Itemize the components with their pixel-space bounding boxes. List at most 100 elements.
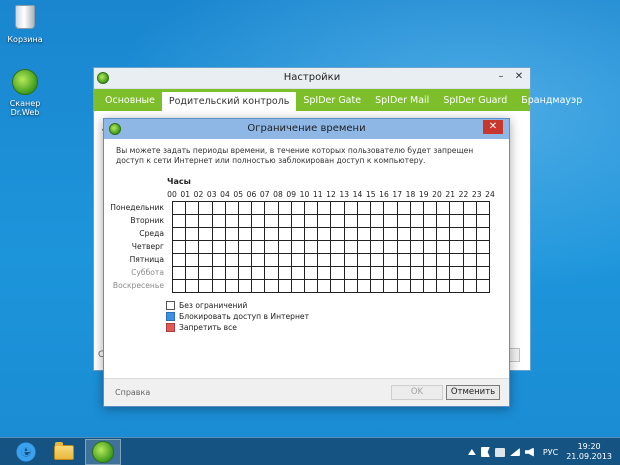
schedule-cell[interactable] xyxy=(305,215,319,228)
schedule-cell[interactable] xyxy=(225,267,240,280)
schedule-cell[interactable] xyxy=(357,241,372,254)
schedule-cell[interactable] xyxy=(278,241,292,254)
tab-spider-guard[interactable]: SpIDer Guard xyxy=(436,89,514,111)
schedule-cell[interactable] xyxy=(173,267,187,280)
schedule-cell[interactable] xyxy=(212,280,226,293)
schedule-cell[interactable] xyxy=(331,215,345,228)
network-icon[interactable] xyxy=(509,448,520,456)
ok-button[interactable]: OK xyxy=(391,385,443,400)
schedule-cell[interactable] xyxy=(186,267,200,280)
schedule-cell[interactable] xyxy=(437,241,451,254)
schedule-cell[interactable] xyxy=(225,241,240,254)
schedule-cell[interactable] xyxy=(278,202,292,215)
schedule-cell[interactable] xyxy=(397,215,411,228)
schedule-cell[interactable] xyxy=(212,202,226,215)
tab-spider-gate[interactable]: SpIDer Gate xyxy=(296,89,368,111)
schedule-cell[interactable] xyxy=(199,241,213,254)
dialog-close-button[interactable]: ✕ xyxy=(483,120,503,134)
schedule-cell[interactable] xyxy=(344,202,358,215)
schedule-cell[interactable] xyxy=(318,228,332,241)
schedule-cell[interactable] xyxy=(423,241,438,254)
schedule-cell[interactable] xyxy=(318,215,332,228)
schedule-cell[interactable] xyxy=(318,202,332,215)
close-icon[interactable]: ✕ xyxy=(512,71,526,84)
tab-firewall[interactable]: Брандмауэр xyxy=(514,89,589,111)
schedule-cell[interactable] xyxy=(199,267,213,280)
schedule-cell[interactable] xyxy=(410,202,424,215)
schedule-cell[interactable] xyxy=(252,267,266,280)
schedule-cell[interactable] xyxy=(173,280,187,293)
taskbar-ie-button[interactable]: e xyxy=(8,439,44,465)
schedule-cell[interactable] xyxy=(344,280,358,293)
schedule-cell[interactable] xyxy=(252,228,266,241)
schedule-cell[interactable] xyxy=(212,267,226,280)
schedule-cell[interactable] xyxy=(239,267,253,280)
schedule-cell[interactable] xyxy=(371,202,385,215)
schedule-cell[interactable] xyxy=(463,254,477,267)
schedule-cell[interactable] xyxy=(173,228,187,241)
schedule-cell[interactable] xyxy=(199,215,213,228)
schedule-cell[interactable] xyxy=(225,228,240,241)
schedule-cell[interactable] xyxy=(291,280,306,293)
schedule-cell[interactable] xyxy=(173,202,187,215)
schedule-cell[interactable] xyxy=(371,280,385,293)
schedule-cell[interactable] xyxy=(450,215,464,228)
schedule-cell[interactable] xyxy=(252,241,266,254)
schedule-cell[interactable] xyxy=(397,202,411,215)
schedule-cell[interactable] xyxy=(239,254,253,267)
schedule-cell[interactable] xyxy=(239,202,253,215)
schedule-cell[interactable] xyxy=(291,228,306,241)
schedule-cell[interactable] xyxy=(291,267,306,280)
schedule-cell[interactable] xyxy=(397,228,411,241)
schedule-cell[interactable] xyxy=(186,254,200,267)
schedule-cell[interactable] xyxy=(463,267,477,280)
schedule-cell[interactable] xyxy=(423,215,438,228)
schedule-cell[interactable] xyxy=(252,254,266,267)
schedule-cell[interactable] xyxy=(344,267,358,280)
schedule-cell[interactable] xyxy=(265,254,279,267)
schedule-cell[interactable] xyxy=(357,267,372,280)
schedule-cell[interactable] xyxy=(463,215,477,228)
schedule-cell[interactable] xyxy=(331,241,345,254)
schedule-cell[interactable] xyxy=(397,241,411,254)
schedule-cell[interactable] xyxy=(265,202,279,215)
schedule-cell[interactable] xyxy=(450,254,464,267)
schedule-cell[interactable] xyxy=(291,241,306,254)
schedule-cell[interactable] xyxy=(199,280,213,293)
show-hidden-icons-icon[interactable] xyxy=(467,449,476,455)
schedule-cell[interactable] xyxy=(225,280,240,293)
schedule-cell[interactable] xyxy=(305,241,319,254)
desktop-icon-recycle-bin[interactable]: Корзина xyxy=(0,3,50,44)
schedule-cell[interactable] xyxy=(186,228,200,241)
schedule-cell[interactable] xyxy=(278,280,292,293)
schedule-cell[interactable] xyxy=(397,280,411,293)
minimize-button[interactable]: – xyxy=(494,71,508,84)
schedule-cell[interactable] xyxy=(305,228,319,241)
schedule-cell[interactable] xyxy=(357,228,372,241)
schedule-cell[interactable] xyxy=(278,228,292,241)
schedule-cell[interactable] xyxy=(476,241,490,254)
schedule-cell[interactable] xyxy=(476,267,490,280)
schedule-cell[interactable] xyxy=(450,202,464,215)
schedule-cell[interactable] xyxy=(423,267,438,280)
schedule-cell[interactable] xyxy=(384,267,398,280)
schedule-cell[interactable] xyxy=(265,241,279,254)
schedule-cell[interactable] xyxy=(331,228,345,241)
schedule-cell[interactable] xyxy=(318,280,332,293)
schedule-cell[interactable] xyxy=(463,228,477,241)
schedule-cell[interactable] xyxy=(331,267,345,280)
schedule-cell[interactable] xyxy=(357,215,372,228)
schedule-cell[interactable] xyxy=(423,280,438,293)
language-indicator[interactable]: РУС xyxy=(543,448,558,457)
volume-icon[interactable] xyxy=(524,447,534,457)
schedule-cell[interactable] xyxy=(463,202,477,215)
desktop-icon-drweb-scanner[interactable]: Сканер Dr.Web xyxy=(0,68,50,117)
schedule-cell[interactable] xyxy=(265,228,279,241)
taskbar-drweb-button[interactable] xyxy=(85,439,121,465)
schedule-cell[interactable] xyxy=(344,215,358,228)
schedule-cell[interactable] xyxy=(199,228,213,241)
schedule-cell[interactable] xyxy=(384,241,398,254)
schedule-cell[interactable] xyxy=(278,267,292,280)
schedule-cell[interactable] xyxy=(173,254,187,267)
schedule-cell[interactable] xyxy=(225,202,240,215)
